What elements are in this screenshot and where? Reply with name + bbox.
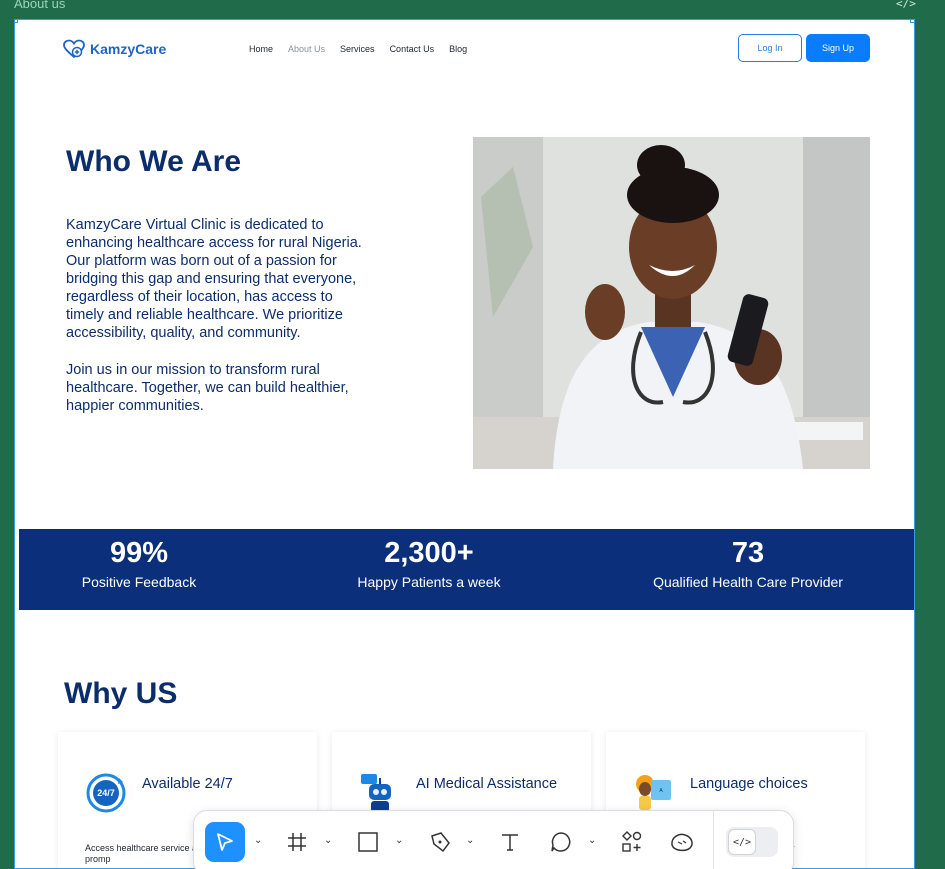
stat-value: 73 [731,537,765,569]
text-icon [502,834,518,851]
stat-value: 2,300+ [384,537,474,569]
doctor-illustration [473,137,870,469]
resize-handle-top-left[interactable] [15,20,18,23]
chevron-down-icon[interactable]: ⌄ [588,835,596,846]
code-icon[interactable]: </> [896,0,916,10]
robot-icon [361,774,391,812]
frame-icon [288,833,306,851]
text-tool[interactable] [490,822,530,862]
hero-paragraph-cta: Join us in our mission to transform rura… [66,362,349,414]
chevron-down-icon[interactable]: ⌄ [254,835,262,846]
frame-label[interactable]: About us [14,0,65,11]
main-nav: Home About Us Services Contact Us Blog [249,44,467,54]
svg-text:24/7: 24/7 [97,788,115,798]
stat-label: Positive Feedback [81,574,197,590]
resize-handle-top-right[interactable] [910,20,914,23]
brand-name: KamzyCare [90,41,167,57]
chevron-down-icon[interactable]: ⌄ [466,835,474,846]
hero-paragraph: KamzyCare Virtual Clinic is dedicated to… [66,217,362,341]
ai-tool[interactable] [662,822,702,862]
nav-about-us[interactable]: About Us [288,44,325,54]
card-text: y [790,843,914,854]
login-button[interactable]: Log In [738,34,802,62]
nav-services[interactable]: Services [340,44,375,54]
rectangle-icon [358,832,378,852]
rectangle-tool[interactable] [348,822,388,862]
actions-tool[interactable] [612,822,652,862]
pen-icon [431,832,450,853]
comment-icon [551,832,571,852]
frame-tool[interactable] [277,822,317,862]
stat-patients: 2,300+ Happy Patients a week [344,537,514,590]
nav-home[interactable]: Home [249,44,273,54]
card-title: Language choices [690,776,808,792]
stat-providers: 73 Qualified Health Care Provider [638,537,858,590]
shapes-plus-icon [622,831,642,852]
card-title: Available 24/7 [142,776,233,792]
blob-icon [671,833,693,852]
cursor-icon [217,833,233,851]
design-toolbar: ⌄ ⌄ ⌄ ⌄ ⌄ </> [193,810,794,869]
stat-feedback: 99% Positive Feedback [74,537,204,590]
nav-blog[interactable]: Blog [449,44,467,54]
logo[interactable]: KamzyCare [62,39,166,59]
language-person-icon: A [636,775,671,810]
card-title: AI Medical Assistance [416,776,558,792]
page-title: Who We Are [66,145,242,178]
code-icon: </> [728,829,756,855]
doctor-photo [473,137,870,469]
stat-label: Happy Patients a week [357,574,501,590]
pen-tool[interactable] [420,822,460,862]
move-tool[interactable] [205,822,245,862]
about-us-frame: KamzyCare Home About Us Services Contact… [14,19,915,869]
section-title: Why US [64,677,178,710]
comment-tool[interactable] [541,822,581,862]
nav-contact-us[interactable]: Contact Us [390,44,435,54]
chevron-down-icon[interactable]: ⌄ [395,835,403,846]
dev-mode-label: </> [732,836,752,848]
heart-plus-icon [63,39,85,59]
signup-button[interactable]: Sign Up [806,34,870,62]
chevron-down-icon[interactable]: ⌄ [324,835,332,846]
stat-value: 99% [109,537,169,569]
stats-band: 99% Positive Feedback 2,300+ Happy Patie… [19,529,914,610]
stat-label: Qualified Health Care Provider [653,574,843,590]
toolbar-divider [713,811,714,869]
clock-24-7-icon: 24/7 [86,773,126,813]
dev-mode-toggle[interactable]: </> [726,827,778,857]
